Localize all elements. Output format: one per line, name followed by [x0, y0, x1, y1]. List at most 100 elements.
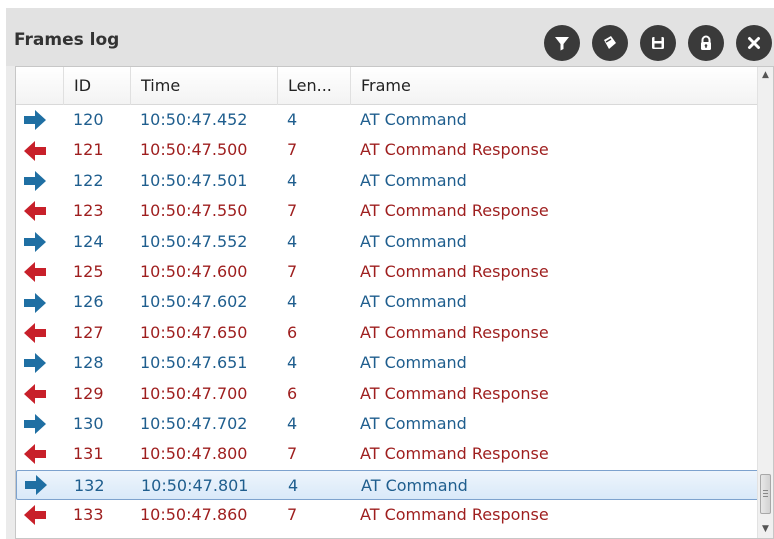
save-button[interactable]	[640, 25, 676, 61]
cell-length: 4	[287, 292, 298, 312]
column-header-length[interactable]: Len...	[277, 67, 350, 105]
arrow-right-icon	[22, 348, 52, 378]
cell-id: 120	[73, 110, 104, 129]
cell-length: 4	[287, 170, 298, 190]
cell-frame: AT Command	[361, 475, 468, 495]
toolbar	[544, 25, 772, 61]
table-row[interactable]: 121 10:50:47.500 7 AT Command Response	[16, 135, 759, 165]
arrow-right-icon	[23, 471, 53, 499]
clear-button[interactable]	[592, 25, 628, 61]
clear-icon	[604, 36, 616, 49]
cell-id: 130	[73, 413, 104, 433]
cell-id: 129	[73, 383, 104, 403]
column-header-frame[interactable]: Frame	[350, 67, 759, 105]
cell-id: 133	[73, 505, 104, 525]
table-row[interactable]: 128 10:50:47.651 4 AT Command	[16, 348, 759, 378]
table-body: 120 10:50:47.452 4 AT Command 121 10:50:47.50…	[16, 105, 759, 530]
table-row[interactable]: 127 10:50:47.650 6 AT Command Response	[16, 318, 759, 348]
cell-frame: AT Command Response	[360, 201, 549, 221]
table-row[interactable]: 130 10:50:47.702 4 AT Command	[16, 409, 759, 439]
table-row[interactable]: 133 10:50:47.860 7 AT Command Response	[16, 500, 759, 530]
cell-time: 10:50:47.800	[140, 444, 248, 464]
cell-time: 10:50:47.801	[141, 475, 249, 495]
cell-frame: AT Command Response	[360, 322, 549, 342]
lock-button[interactable]	[688, 25, 724, 61]
cell-frame: AT Command	[360, 413, 467, 433]
cell-id: 123	[73, 201, 104, 221]
table-row[interactable]: 122 10:50:47.501 4 AT Command	[16, 166, 759, 196]
cell-length: 4	[287, 231, 298, 251]
cell-length: 7	[287, 444, 298, 464]
frames-log-panel: Frames log ID Time Len... Frame 120 10:5…	[6, 8, 774, 539]
cell-frame: AT Command	[360, 231, 467, 251]
scroll-up-arrow-icon[interactable]: ▲	[758, 67, 773, 84]
arrow-left-icon	[22, 500, 52, 530]
cell-time: 10:50:47.700	[140, 383, 248, 403]
arrow-right-icon	[22, 287, 52, 317]
close-button[interactable]	[736, 25, 772, 61]
cell-frame: AT Command Response	[360, 383, 549, 403]
table-row[interactable]: 125 10:50:47.600 7 AT Command Response	[16, 257, 759, 287]
cell-length: 4	[288, 475, 299, 495]
cell-time: 10:50:47.552	[140, 231, 248, 251]
cell-frame: AT Command Response	[360, 444, 549, 464]
cell-time: 10:50:47.550	[140, 201, 248, 221]
cell-id: 128	[73, 353, 104, 373]
cell-length: 6	[287, 322, 298, 342]
title-bar: Frames log	[6, 8, 774, 66]
cell-time: 10:50:47.702	[140, 413, 248, 433]
arrow-right-icon	[22, 166, 52, 196]
cell-length: 4	[287, 353, 298, 373]
cell-id: 125	[73, 261, 104, 281]
column-header-id[interactable]: ID	[63, 67, 130, 105]
save-icon	[652, 37, 664, 49]
close-icon	[748, 37, 760, 49]
filter-icon	[555, 37, 569, 51]
cell-time: 10:50:47.602	[140, 292, 248, 312]
table-row[interactable]: 123 10:50:47.550 7 AT Command Response	[16, 196, 759, 226]
table-row[interactable]: 129 10:50:47.700 6 AT Command Response	[16, 379, 759, 409]
cell-id: 132	[74, 475, 105, 495]
filter-button[interactable]	[544, 25, 580, 61]
cell-frame: AT Command Response	[360, 261, 549, 281]
arrow-left-icon	[22, 318, 52, 348]
cell-frame: AT Command	[360, 110, 467, 129]
cell-time: 10:50:47.500	[140, 140, 248, 160]
cell-frame: AT Command	[360, 170, 467, 190]
cell-length: 7	[287, 261, 298, 281]
vertical-scrollbar[interactable]: ▲ ▼	[757, 67, 773, 538]
table-row[interactable]: 126 10:50:47.602 4 AT Command	[16, 287, 759, 317]
arrow-left-icon	[22, 379, 52, 409]
cell-time: 10:50:47.600	[140, 261, 248, 281]
cell-length: 7	[287, 201, 298, 221]
table-row[interactable]: 132 10:50:47.801 4 AT Command	[16, 469, 759, 501]
cell-time: 10:50:47.501	[140, 170, 248, 190]
lock-icon	[701, 35, 711, 50]
cell-frame: AT Command Response	[360, 505, 549, 525]
arrow-right-icon	[22, 105, 52, 135]
column-header-direction[interactable]	[16, 67, 63, 105]
table-header: ID Time Len... Frame	[16, 67, 759, 105]
arrow-left-icon	[22, 196, 52, 226]
table-row[interactable]: 120 10:50:47.452 4 AT Command	[16, 105, 759, 135]
frames-table[interactable]: ID Time Len... Frame 120 10:50:47.452 4 AT …	[15, 66, 774, 539]
cell-time: 10:50:47.651	[140, 353, 248, 373]
cell-id: 127	[73, 322, 104, 342]
scroll-down-arrow-icon[interactable]: ▼	[758, 521, 773, 538]
cell-id: 124	[73, 231, 104, 251]
cell-length: 4	[287, 110, 298, 129]
arrow-right-icon	[22, 227, 52, 257]
cell-length: 7	[287, 505, 298, 525]
cell-id: 131	[73, 444, 104, 464]
arrow-right-icon	[22, 409, 52, 439]
table-row[interactable]: 131 10:50:47.800 7 AT Command Response	[16, 439, 759, 469]
cell-time: 10:50:47.650	[140, 322, 248, 342]
cell-frame: AT Command Response	[360, 140, 549, 160]
table-row[interactable]: 124 10:50:47.552 4 AT Command	[16, 227, 759, 257]
cell-id: 121	[73, 140, 104, 160]
arrow-left-icon	[22, 439, 52, 469]
cell-time: 10:50:47.452	[140, 110, 248, 129]
column-header-time[interactable]: Time	[130, 67, 277, 105]
scroll-thumb[interactable]	[760, 474, 771, 514]
cell-length: 7	[287, 140, 298, 160]
